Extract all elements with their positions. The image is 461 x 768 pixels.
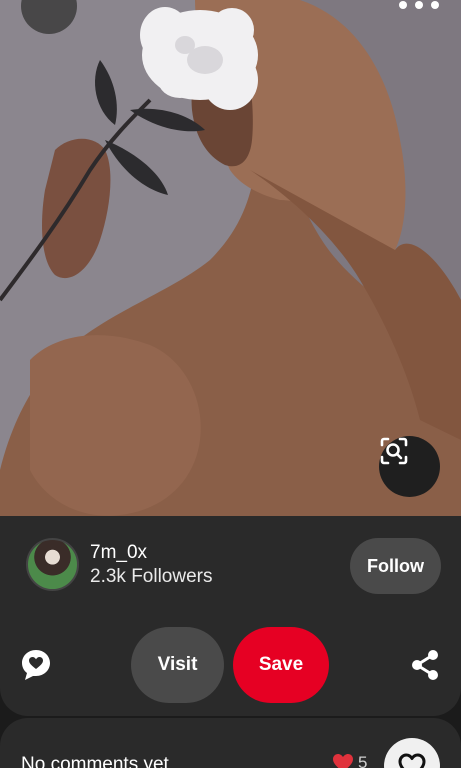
visual-search-icon (380, 437, 408, 465)
heart-reaction-icon (333, 754, 353, 768)
save-button[interactable]: Save (233, 627, 329, 703)
pin-image[interactable] (0, 0, 461, 522)
no-comments-text: No comments yet (21, 754, 169, 768)
follow-button[interactable]: Follow (350, 538, 441, 594)
ellipsis-dot (399, 1, 407, 9)
visit-button[interactable]: Visit (131, 627, 224, 703)
reaction-count-value: 5 (358, 753, 368, 768)
visual-search-button[interactable] (379, 436, 440, 497)
comment-icon (22, 650, 50, 680)
heart-icon (398, 753, 426, 768)
share-button[interactable] (410, 649, 440, 681)
creator-name[interactable]: 7m_0x (90, 541, 213, 565)
creator-followers: 2.3k Followers (90, 565, 213, 587)
reaction-count[interactable]: 5 (332, 753, 367, 768)
ellipsis-dot (415, 1, 423, 9)
ellipsis-dot (431, 1, 439, 9)
more-options-button[interactable] (399, 0, 439, 12)
creator-info[interactable]: 7m_0x 2.3k Followers (26, 538, 213, 591)
comment-button[interactable] (20, 648, 52, 682)
share-icon (412, 650, 438, 680)
avatar[interactable] (26, 538, 79, 591)
